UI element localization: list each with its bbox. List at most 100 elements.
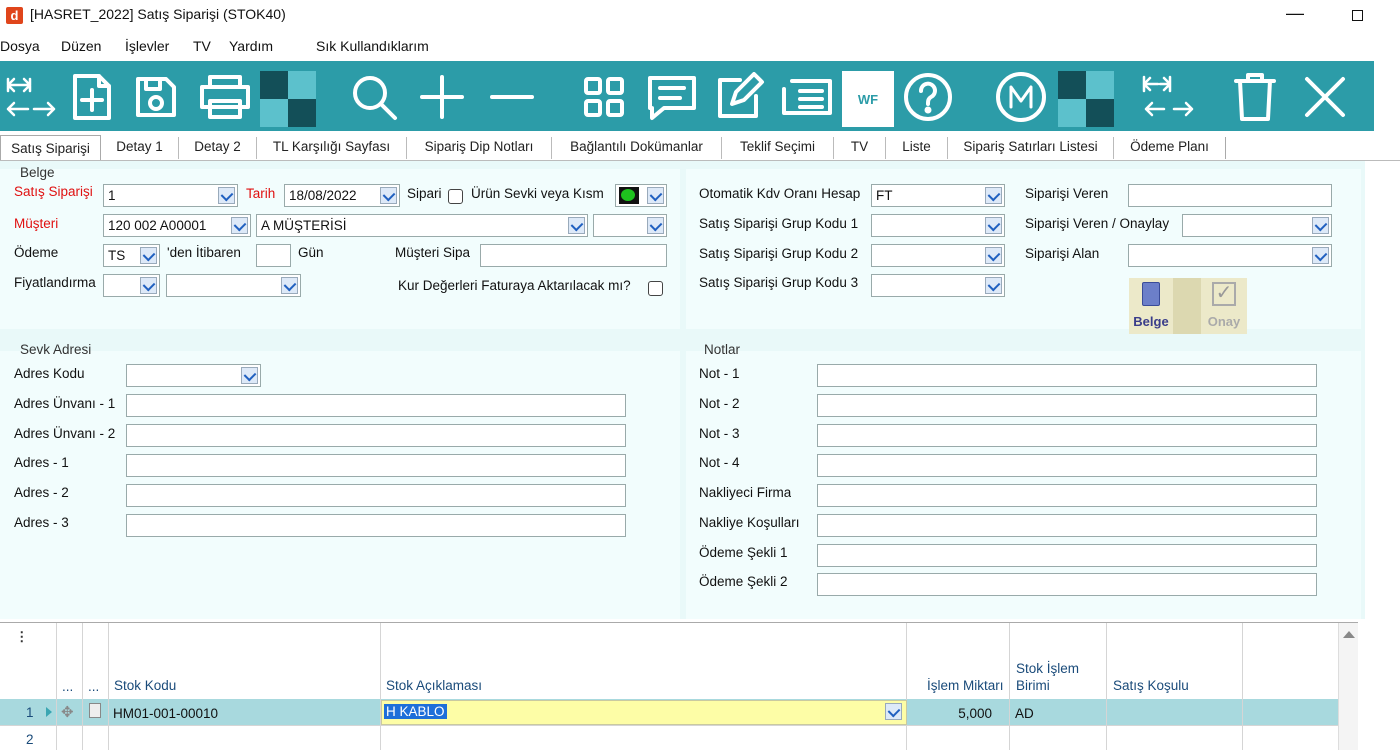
tab-liste[interactable]: Liste [886,137,948,159]
chevron-down-icon[interactable] [140,247,157,264]
grid-header-islem-miktari[interactable]: İşlem Miktarı [927,678,1007,693]
fiyatlandirma-extra-select[interactable] [166,274,301,297]
musteri-sipa-input[interactable] [480,244,667,267]
musteri-extra-select[interactable] [593,214,667,237]
remove-button[interactable] [484,71,540,123]
menu-sik-kullandiklarim[interactable]: Sık Kullandıklarım [316,38,429,54]
adres-1-input[interactable] [126,454,626,477]
belge-button[interactable]: Belge [1129,278,1173,334]
tab-detay-1[interactable]: Detay 1 [101,137,179,159]
tab-tl-karsiligi[interactable]: TL Karşılığı Sayfası [257,137,407,159]
grup2-select[interactable] [871,244,1005,267]
onay-button[interactable]: ✓ Onay [1201,278,1247,334]
grid-vertical-scrollbar[interactable] [1338,623,1358,750]
minimize-button[interactable]: — [1280,2,1310,28]
musteri-code-select[interactable]: 120 002 A00001 [103,214,251,237]
onaylay-select[interactable] [1182,214,1332,237]
scroll-up-icon[interactable] [1343,631,1355,638]
chevron-down-icon[interactable] [241,367,258,384]
m-button[interactable] [988,71,1054,123]
gun-input[interactable] [256,244,291,267]
tab-baglantili-dokumanlar[interactable]: Bağlantılı Dokümanlar [552,137,722,159]
grid-menu-icon[interactable]: ⋮ [15,629,29,645]
chevron-down-icon[interactable] [380,187,397,204]
list-button[interactable] [776,71,838,123]
print-button[interactable] [194,71,256,123]
siparis-select[interactable]: 1 [103,184,238,207]
not-2-input[interactable] [817,394,1317,417]
add-button[interactable] [414,71,470,123]
nakliye-kosullari-input[interactable] [817,514,1317,537]
sipari-checkbox[interactable] [448,189,463,204]
kur-checkbox[interactable] [648,281,663,296]
save-button[interactable] [128,71,184,123]
siparisi-veren-input[interactable] [1128,184,1332,207]
grup1-select[interactable] [871,214,1005,237]
chevron-down-icon[interactable] [647,217,664,234]
maximize-button[interactable] [1342,2,1372,28]
chevron-down-icon[interactable] [281,277,298,294]
status-color-select[interactable] [615,184,667,207]
chevron-down-icon[interactable] [231,217,248,234]
chevron-down-icon[interactable] [985,277,1002,294]
collapse-horizontal-button[interactable] [1138,71,1200,123]
adres-kodu-select[interactable] [126,364,261,387]
grid-view-button[interactable] [576,71,632,123]
tab-dip-notlari[interactable]: Sipariş Dip Notları [407,137,552,159]
birim-cell[interactable]: AD [1015,706,1034,721]
tarih-field[interactable]: 18/08/2022 [284,184,400,207]
menu-duzen[interactable]: Düzen [61,38,101,54]
stok-kodu-cell[interactable]: HM01-001-00010 [113,706,218,721]
help-button[interactable] [898,71,958,123]
expand-horizontal-button[interactable] [2,71,58,123]
grid-header-birim[interactable]: Stok İşlem Birimi [1016,660,1091,694]
close-button[interactable] [1296,71,1354,123]
tab-tv[interactable]: TV [834,137,886,159]
tab-siparis-satirlari[interactable]: Sipariş Satırları Listesi [948,137,1114,159]
new-document-button[interactable] [64,71,120,123]
chevron-down-icon[interactable] [568,217,585,234]
grup3-select[interactable] [871,274,1005,297]
grid-header-stok-aciklama[interactable]: Stok Açıklaması [386,678,482,693]
chevron-down-icon[interactable] [985,217,1002,234]
not-1-input[interactable] [817,364,1317,387]
adres-unvani-2-input[interactable] [126,424,626,447]
edit-button[interactable] [710,71,770,123]
chevron-down-icon[interactable] [885,703,902,720]
aciklama-editor[interactable]: H KABLO [381,700,907,725]
kdv-select[interactable]: FT [871,184,1005,207]
odeme-select[interactable]: TS [103,244,160,267]
menu-islevler[interactable]: İşlevler [125,38,169,54]
odeme-sekli-1-input[interactable] [817,544,1317,567]
move-icon[interactable]: ✥ [61,703,74,721]
chevron-down-icon[interactable] [1312,247,1329,264]
fiyatlandirma-select[interactable] [103,274,160,297]
chevron-down-icon[interactable] [1312,217,1329,234]
menu-yardim[interactable]: Yardım [229,38,273,54]
workflow-button[interactable]: WF [842,71,894,127]
chevron-down-icon[interactable] [218,187,235,204]
not-3-input[interactable] [817,424,1317,447]
search-button[interactable] [344,71,404,123]
chevron-down-icon[interactable] [985,187,1002,204]
tab-detay-2[interactable]: Detay 2 [179,137,257,159]
odeme-sekli-2-input[interactable] [817,573,1317,596]
miktar-cell[interactable]: 5,000 [907,706,992,721]
tab-satis-siparisi[interactable]: Satış Siparişi [0,135,101,160]
tab-teklif-secimi[interactable]: Teklif Seçimi [722,137,834,159]
tab-odeme-plani[interactable]: Ödeme Planı [1114,137,1226,159]
adres-2-input[interactable] [126,484,626,507]
message-button[interactable] [642,71,702,123]
chevron-down-icon[interactable] [140,277,157,294]
chevron-down-icon[interactable] [985,247,1002,264]
siparisi-alan-select[interactable] [1128,244,1332,267]
chevron-down-icon[interactable] [647,187,664,204]
not-4-input[interactable] [817,454,1317,477]
grid-header-satis-kosulu[interactable]: Satış Koşulu [1113,678,1189,693]
menu-tv[interactable]: TV [193,38,211,54]
musteri-name-select[interactable]: A MÜŞTERİSİ [256,214,588,237]
menu-dosya[interactable]: Dosya [0,38,40,54]
delete-button[interactable] [1226,71,1284,123]
adres-unvani-1-input[interactable] [126,394,626,417]
adres-3-input[interactable] [126,514,626,537]
